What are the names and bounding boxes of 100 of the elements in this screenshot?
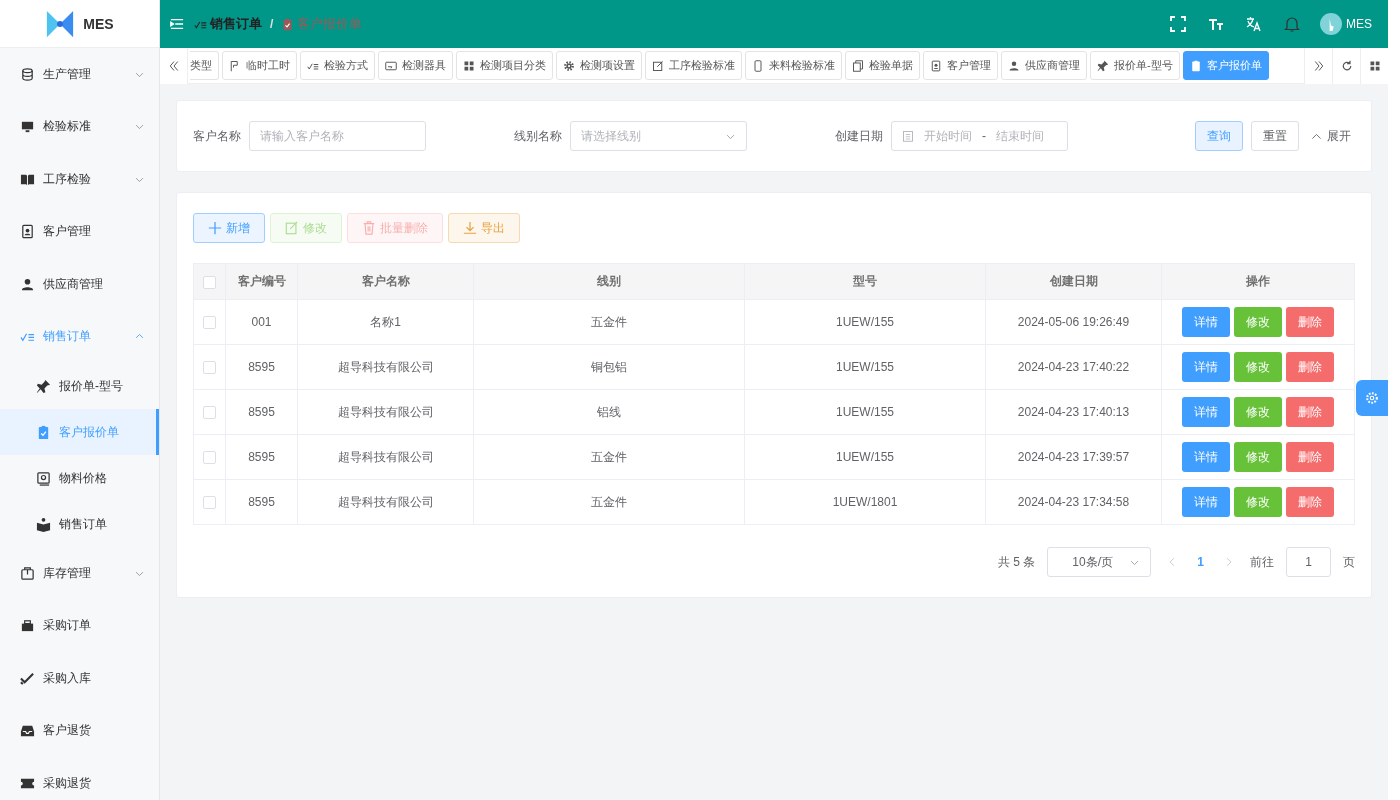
checkbox[interactable]	[203, 316, 216, 330]
submenu-item[interactable]: 报价单-型号	[0, 363, 159, 409]
menu-item[interactable]: 生产管理	[0, 48, 159, 101]
table-cell: 8595	[225, 479, 298, 525]
trash-icon	[362, 221, 376, 235]
table-cell: 超导科技有限公司	[297, 479, 474, 525]
scroll-right-button[interactable]	[1304, 47, 1332, 84]
table-cell: 1UEW/155	[744, 299, 986, 345]
bell-button[interactable]	[1282, 14, 1302, 34]
menu-item[interactable]: 采购退货	[0, 757, 159, 800]
field-label: 客户名称	[193, 127, 241, 145]
table-cell: 001	[225, 299, 298, 345]
table-cell: 2024-04-23 17:40:13	[985, 389, 1162, 435]
date-range-field[interactable]: 开始时间 - 结束时间	[891, 121, 1068, 151]
translate-button[interactable]	[1244, 14, 1264, 34]
menu-item[interactable]: 库存管理	[0, 547, 159, 600]
table-cell: 2024-04-23 17:34:58	[985, 479, 1162, 525]
tab[interactable]: 检测器具	[378, 51, 453, 80]
checkbox[interactable]	[203, 275, 216, 289]
package-icon	[20, 565, 35, 581]
checkbox[interactable]	[203, 361, 216, 375]
plus-icon	[208, 221, 222, 235]
grid-icon	[463, 59, 475, 72]
tab[interactable]: 报价单-型号	[1090, 51, 1180, 80]
reader-icon	[36, 516, 51, 532]
briefcase-icon	[20, 618, 35, 634]
search-button[interactable]: 重置	[1251, 121, 1299, 151]
goto-label: 前往	[1250, 553, 1274, 571]
tab[interactable]: 检验方式	[300, 51, 375, 80]
settings-button[interactable]	[1356, 380, 1388, 416]
grid-icon	[1368, 59, 1381, 72]
inbox-icon	[20, 723, 35, 739]
translate-icon	[1246, 16, 1262, 32]
chevron-right-icon	[1224, 557, 1234, 567]
expand-link[interactable]: 展开	[1307, 121, 1355, 151]
table-cell: 1UEW/155	[744, 344, 986, 390]
table-cell: 名称1	[297, 299, 474, 345]
tab[interactable]: 工序检验标准	[645, 51, 742, 80]
double-chevron-left-icon	[167, 59, 180, 72]
tab[interactable]: 检测项设置	[556, 51, 642, 80]
page-unit: 页	[1343, 553, 1355, 571]
phone-icon	[752, 59, 764, 72]
checkbox[interactable]	[203, 496, 216, 510]
menu-item[interactable]: 采购入库	[0, 652, 159, 705]
field-label: 线别名称	[514, 127, 562, 145]
column-header: 型号	[744, 263, 986, 300]
scroll-left-button[interactable]	[160, 47, 188, 84]
menu-item[interactable]: 采购订单	[0, 599, 159, 652]
table-cell: 2024-04-23 17:40:22	[985, 344, 1162, 390]
tab[interactable]: 供应商管理	[1001, 51, 1087, 80]
column-header: 客户编号	[225, 263, 298, 300]
tab[interactable]: 来料检验标准	[745, 51, 842, 80]
user-icon	[1008, 59, 1020, 72]
table-cell: 8595	[225, 434, 298, 480]
menu-item[interactable]: 供应商管理	[0, 258, 159, 311]
table-cell: 超导科技有限公司	[297, 344, 474, 390]
bell-icon	[1284, 16, 1300, 32]
menu-item[interactable]: 客户管理	[0, 205, 159, 258]
checkbox[interactable]	[203, 451, 216, 465]
table-cell: 五金件	[473, 479, 745, 525]
tab[interactable]: 检测项目分类	[456, 51, 553, 80]
breadcrumb-item[interactable]: 销售订单	[194, 15, 262, 33]
tab[interactable]: 检验单据	[845, 51, 920, 80]
fullscreen-icon	[1170, 16, 1186, 32]
page-input[interactable]: 1	[1286, 547, 1331, 577]
table-cell: 铜包铝	[473, 344, 745, 390]
tab-menu-button[interactable]	[1360, 47, 1388, 84]
field-label: 创建日期	[835, 127, 883, 145]
download-icon	[463, 221, 477, 235]
table-cell: 8595	[225, 344, 298, 390]
pin-icon	[36, 378, 51, 394]
refresh-icon	[1340, 59, 1353, 72]
user-name[interactable]: MES	[1346, 17, 1372, 31]
menu-item[interactable]: 工序检验	[0, 153, 159, 206]
tab[interactable]: 临时工时	[222, 51, 297, 80]
table-cell: 五金件	[473, 434, 745, 480]
input-field[interactable]: 请输入客户名称	[249, 121, 426, 151]
contact-card-icon	[20, 224, 35, 240]
table-cell: 1UEW/155	[744, 389, 986, 435]
page-size-select[interactable]: 10条/页	[1047, 547, 1152, 577]
fullscreen-button[interactable]	[1168, 14, 1188, 34]
documents-icon	[852, 59, 864, 72]
menu-item[interactable]: 客户退货	[0, 704, 159, 757]
double-check-icon	[20, 670, 35, 686]
submenu-item[interactable]: 物料价格	[0, 455, 159, 501]
user-icon	[20, 276, 35, 292]
menu-item[interactable]: 检验标准	[0, 100, 159, 153]
table-cell: 2024-05-06 19:26:49	[985, 299, 1162, 345]
double-chevron-right-icon	[1312, 59, 1325, 72]
table-cell: 8595	[225, 389, 298, 435]
checkbox[interactable]	[203, 406, 216, 420]
submenu-item[interactable]: 销售订单	[0, 501, 159, 547]
table-cell: 2024-04-23 17:39:57	[985, 434, 1162, 480]
refresh-button[interactable]	[1332, 47, 1360, 84]
database-icon	[20, 66, 35, 82]
table-cell: 超导科技有限公司	[297, 434, 474, 480]
breadcrumb-item: 客户报价单	[281, 15, 363, 33]
tab[interactable]: 客户管理	[923, 51, 998, 80]
edit-icon	[285, 221, 299, 235]
tab[interactable]: 类型	[190, 51, 219, 80]
